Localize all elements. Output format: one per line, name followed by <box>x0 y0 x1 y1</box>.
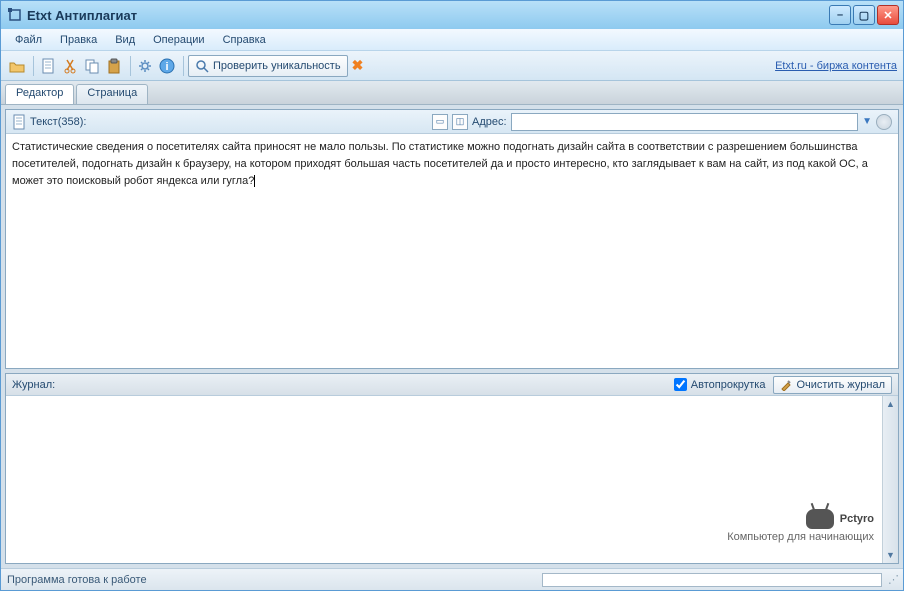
tabstrip: Редактор Страница <box>1 81 903 105</box>
menu-view[interactable]: Вид <box>107 32 143 48</box>
clear-log-button[interactable]: Очистить журнал <box>773 376 892 394</box>
menu-edit[interactable]: Правка <box>52 32 105 48</box>
address-dropdown-icon[interactable]: ▼ <box>862 116 872 127</box>
close-button[interactable]: ✕ <box>877 5 899 25</box>
menubar: Файл Правка Вид Операции Справка <box>1 29 903 51</box>
address-label: Адрес: <box>472 116 507 128</box>
resize-grip[interactable]: ⋰ <box>888 573 897 586</box>
window-title: Etxt Антиплагиат <box>27 8 829 23</box>
maximize-button[interactable]: ▢ <box>853 5 875 25</box>
toolbar: i Проверить уникальность ✖ Etxt.ru - бир… <box>1 51 903 81</box>
copy-icon[interactable] <box>82 56 102 76</box>
document-panel: Текст(358): ▭ ◫ Адрес: ▼ Статистические … <box>5 109 899 369</box>
menu-operations[interactable]: Операции <box>145 32 212 48</box>
workspace: Текст(358): ▭ ◫ Адрес: ▼ Статистические … <box>1 105 903 568</box>
cancel-check-icon[interactable]: ✖ <box>352 57 364 74</box>
watermark-brand: Pctyro <box>840 513 874 525</box>
text-editor[interactable]: Статистические сведения о посетителях са… <box>6 134 898 368</box>
titlebar[interactable]: Etxt Антиплагиат – ▢ ✕ <box>1 1 903 29</box>
paste-icon[interactable] <box>104 56 124 76</box>
log-label: Журнал: <box>12 379 55 391</box>
scroll-up-icon[interactable]: ▲ <box>883 396 898 412</box>
app-icon <box>7 7 23 23</box>
text-count-label: Текст(358): <box>30 116 86 128</box>
watermark: Pctyro Компьютер для начинающих <box>727 509 874 543</box>
layout-split-icon[interactable]: ◫ <box>452 114 468 130</box>
tab-editor[interactable]: Редактор <box>5 84 74 104</box>
watermark-sub: Компьютер для начинающих <box>727 531 874 543</box>
separator <box>33 56 34 76</box>
menu-file[interactable]: Файл <box>7 32 50 48</box>
magnifier-icon <box>195 59 209 73</box>
menu-help[interactable]: Справка <box>215 32 274 48</box>
log-header: Журнал: Автопрокрутка Очистить журнал <box>6 374 898 396</box>
autoscroll-input[interactable] <box>674 378 687 391</box>
separator <box>183 56 184 76</box>
document-header: Текст(358): ▭ ◫ Адрес: ▼ <box>6 110 898 134</box>
settings-icon[interactable] <box>135 56 155 76</box>
help-icon[interactable]: i <box>157 56 177 76</box>
go-button[interactable] <box>876 114 892 130</box>
check-button-label: Проверить уникальность <box>213 60 341 72</box>
cut-icon[interactable] <box>60 56 80 76</box>
layout-single-icon[interactable]: ▭ <box>432 114 448 130</box>
editor-content: Статистические сведения о посетителях са… <box>12 141 868 187</box>
statusbar: Программа готова к работе ⋰ <box>1 568 903 590</box>
autoscroll-label: Автопрокрутка <box>691 379 766 391</box>
broom-icon <box>780 379 792 391</box>
open-folder-icon[interactable] <box>7 56 27 76</box>
etxt-link[interactable]: Etxt.ru - биржа контента <box>775 60 897 72</box>
tab-page[interactable]: Страница <box>76 84 148 104</box>
app-window: Etxt Антиплагиат – ▢ ✕ Файл Правка Вид О… <box>0 0 904 591</box>
log-panel: Журнал: Автопрокрутка Очистить журнал ▲ … <box>5 373 899 564</box>
log-scrollbar[interactable]: ▲ ▼ <box>882 396 898 563</box>
svg-text:i: i <box>165 61 168 73</box>
window-buttons: – ▢ ✕ <box>829 5 899 25</box>
text-cursor <box>254 175 255 187</box>
new-doc-icon[interactable] <box>38 56 58 76</box>
check-uniqueness-button[interactable]: Проверить уникальность <box>188 55 348 77</box>
clear-log-label: Очистить журнал <box>796 379 885 391</box>
address-input[interactable] <box>511 113 859 131</box>
minimize-button[interactable]: – <box>829 5 851 25</box>
doc-icon <box>12 114 26 130</box>
bug-icon <box>806 509 834 529</box>
separator <box>130 56 131 76</box>
progress-bar <box>542 573 882 587</box>
autoscroll-checkbox[interactable]: Автопрокрутка <box>674 378 766 391</box>
scroll-down-icon[interactable]: ▼ <box>883 547 898 563</box>
log-body[interactable]: ▲ ▼ Pctyro Компьютер для начинающих <box>6 396 898 563</box>
status-text: Программа готова к работе <box>7 574 147 586</box>
